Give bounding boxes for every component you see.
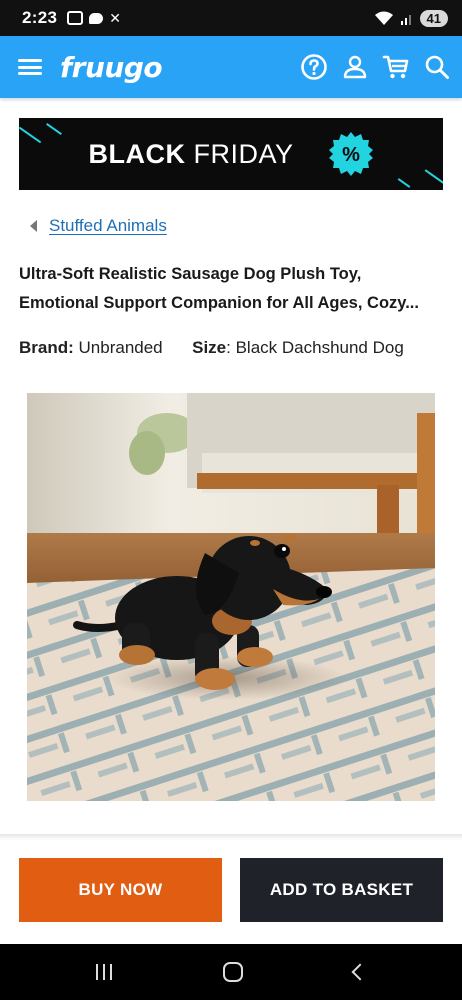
- notification-icons: ✕: [67, 11, 125, 25]
- message-icon: [89, 12, 104, 24]
- battery-indicator: 41: [419, 9, 448, 27]
- help-icon[interactable]: [300, 53, 328, 81]
- app-header: fruugo: [0, 36, 462, 98]
- size-label: Size: [192, 338, 227, 357]
- discount-badge-icon: %: [328, 131, 374, 177]
- buy-now-button[interactable]: BUY NOW: [19, 858, 222, 922]
- product-image[interactable]: [27, 393, 435, 801]
- chevron-left-icon: [30, 220, 37, 232]
- add-to-basket-button[interactable]: ADD TO BASKET: [240, 858, 443, 922]
- divider: [0, 834, 462, 840]
- banner-title: BLACK FRIDAY: [88, 138, 294, 169]
- banner-stripe: [19, 126, 42, 144]
- search-icon[interactable]: [424, 54, 450, 80]
- missed-call-icon: ✕: [109, 10, 121, 26]
- cart-icon[interactable]: [382, 53, 410, 81]
- size-value: : Black Dachshund Dog: [226, 338, 404, 357]
- banner-stripe: [46, 123, 62, 135]
- status-time: 2:23: [22, 8, 58, 27]
- svg-text:%: %: [342, 144, 360, 166]
- banner-stripe: [424, 169, 443, 185]
- product-title: Ultra-Soft Realistic Sausage Dog Plush T…: [19, 265, 419, 312]
- status-bar: 2:23 ✕ 41: [0, 0, 462, 36]
- home-icon[interactable]: [222, 962, 243, 982]
- signal-icon: [400, 15, 411, 25]
- screenshot-icon: [67, 11, 84, 25]
- brand-label: Brand:: [19, 338, 74, 357]
- brand-value: Unbranded: [78, 338, 163, 357]
- wifi-icon: [374, 11, 393, 25]
- banner-stripe: [397, 178, 411, 188]
- breadcrumb: Stuffed Animals: [30, 216, 167, 236]
- black-friday-banner[interactable]: BLACK FRIDAY %: [19, 118, 443, 190]
- product-attributes: Brand: Unbranded Size: Black Dachshund D…: [19, 338, 404, 358]
- back-icon[interactable]: [351, 963, 369, 981]
- fruugo-logo[interactable]: fruugo: [60, 51, 163, 84]
- account-icon[interactable]: [342, 54, 368, 80]
- recent-apps-icon[interactable]: [95, 964, 112, 980]
- menu-icon[interactable]: [18, 57, 42, 77]
- breadcrumb-link-stuffed-animals[interactable]: Stuffed Animals: [49, 216, 167, 236]
- system-nav-bar: [0, 944, 462, 1000]
